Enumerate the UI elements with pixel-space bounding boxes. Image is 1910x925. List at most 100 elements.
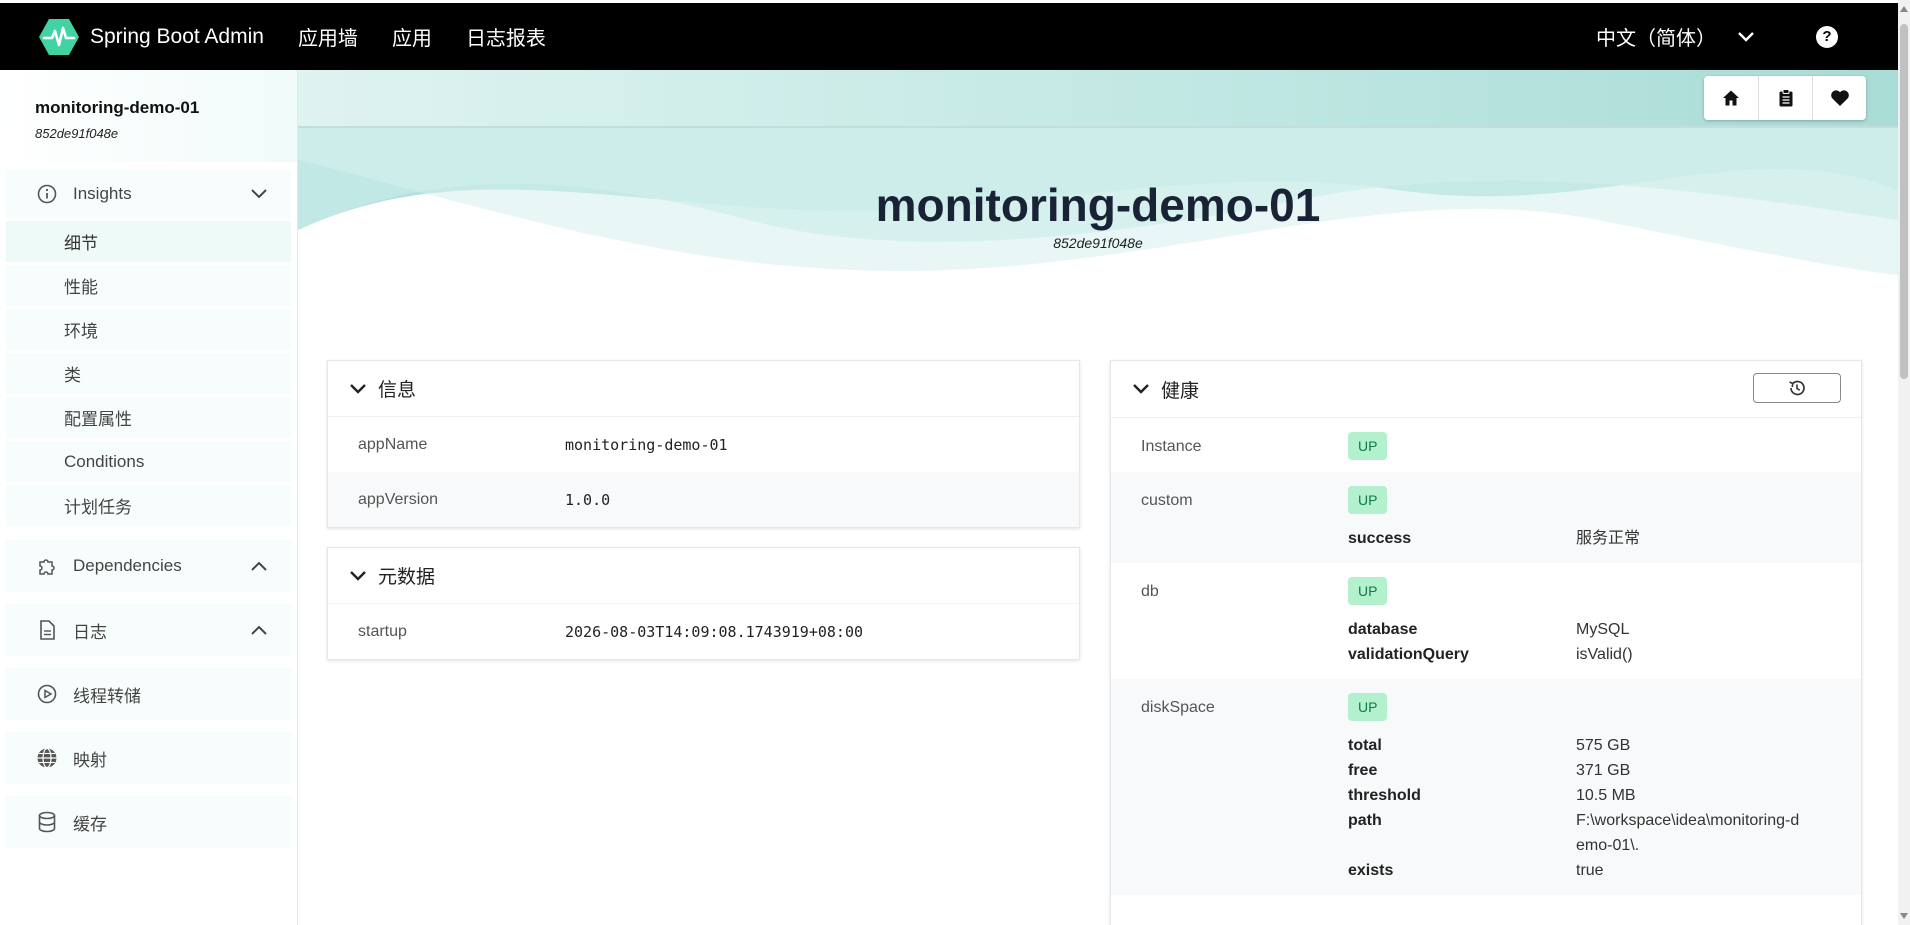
sidebar-item-threaddump[interactable]: 线程转储 bbox=[6, 668, 291, 720]
sidebar-item-mappings[interactable]: 映射 bbox=[6, 732, 291, 784]
sidebar-item-label: 缓存 bbox=[73, 814, 107, 834]
play-circle-icon bbox=[36, 683, 58, 705]
sidebar-header: monitoring-demo-01 852de91f048e bbox=[0, 70, 297, 162]
chevron-down-icon bbox=[1738, 31, 1754, 42]
sidebar-item-configprops[interactable]: 配置属性 bbox=[6, 397, 291, 438]
sidebar-item-environment[interactable]: 环境 bbox=[6, 309, 291, 350]
chevron-down-icon bbox=[251, 189, 267, 199]
sidebar-item-label: 线程转储 bbox=[73, 686, 141, 706]
page-scrollbar[interactable] bbox=[1898, 0, 1910, 925]
help-icon[interactable]: ? bbox=[1816, 25, 1838, 48]
chevron-up-icon bbox=[251, 561, 267, 571]
health-card: 健康 Instance UP custom UP success 服务正常 db … bbox=[1110, 360, 1862, 925]
info-card-title: 信息 bbox=[378, 380, 417, 401]
health-card-header[interactable]: 健康 bbox=[1111, 361, 1861, 418]
info-circle-icon bbox=[36, 183, 58, 205]
metadata-card: 元数据 startup 2026-08-03T14:09:08.1743919+… bbox=[327, 547, 1080, 660]
health-history-button[interactable] bbox=[1753, 373, 1841, 403]
metadata-value: 2026-08-03T14:09:08.1743919+08:00 bbox=[565, 622, 864, 641]
metadata-key: startup bbox=[358, 622, 407, 640]
chevron-down-icon bbox=[350, 383, 366, 394]
health-detail: validationQuery isValid() bbox=[1348, 646, 1633, 663]
top-navbar: Spring Boot Admin 应用墙 应用 日志报表 中文（简体） ? bbox=[0, 0, 1898, 70]
metadata-card-title: 元数据 bbox=[378, 567, 436, 588]
language-label: 中文（简体） bbox=[1596, 28, 1716, 50]
chevron-down-icon bbox=[1133, 384, 1149, 394]
nav-journal[interactable]: 日志报表 bbox=[466, 22, 546, 51]
sidebar-group-dependencies[interactable]: Dependencies bbox=[6, 540, 291, 592]
page-subtitle: 852de91f048e bbox=[1053, 235, 1143, 251]
sidebar-instance-id: 852de91f048e bbox=[35, 126, 119, 141]
health-detail: exists true bbox=[1348, 862, 1604, 879]
chevron-up-icon bbox=[251, 625, 267, 635]
health-row-custom: custom UP success 服务正常 bbox=[1111, 472, 1861, 563]
brand[interactable]: Spring Boot Admin bbox=[38, 16, 264, 58]
info-value: 1.0.0 bbox=[565, 490, 611, 509]
globe-icon bbox=[36, 747, 58, 769]
home-button[interactable] bbox=[1704, 76, 1758, 120]
nav-wallboard[interactable]: 应用墙 bbox=[298, 22, 358, 51]
info-value: monitoring-demo-01 bbox=[565, 435, 728, 454]
health-key: Instance bbox=[1141, 438, 1202, 455]
health-detail: total 575 GB bbox=[1348, 737, 1631, 754]
scroll-down-arrow[interactable] bbox=[1900, 913, 1908, 919]
info-key: appVersion bbox=[358, 490, 439, 508]
sidebar: monitoring-demo-01 852de91f048e Insights… bbox=[0, 70, 298, 925]
scrollbar-thumb[interactable] bbox=[1900, 24, 1908, 379]
scroll-up-arrow[interactable] bbox=[1900, 6, 1908, 12]
hero-header: monitoring-demo-01 852de91f048e bbox=[298, 70, 1898, 280]
sidebar-item-beans[interactable]: 类 bbox=[6, 353, 291, 394]
health-detail: threshold 10.5 MB bbox=[1348, 787, 1636, 804]
info-card-header[interactable]: 信息 bbox=[328, 361, 1079, 417]
status-badge: UP bbox=[1348, 577, 1388, 605]
info-row: appName monitoring-demo-01 bbox=[328, 417, 1079, 472]
status-badge: UP bbox=[1348, 486, 1388, 514]
home-icon bbox=[1723, 90, 1739, 106]
info-card: 信息 appName monitoring-demo-01 appVersion… bbox=[327, 360, 1080, 528]
sidebar-group-label: 日志 bbox=[73, 622, 107, 642]
sidebar-item-scheduled-tasks[interactable]: 计划任务 bbox=[6, 485, 291, 526]
health-detail: database MySQL bbox=[1348, 621, 1630, 638]
language-selector[interactable]: 中文（简体） bbox=[1596, 22, 1754, 51]
health-row-db: db UP database MySQL validationQuery isVal… bbox=[1111, 563, 1861, 679]
health-detail: success 服务正常 bbox=[1348, 530, 1641, 547]
clipboard-icon bbox=[1779, 89, 1792, 107]
health-row-diskspace: diskSpace UP total 575 GB free 371 GB thre… bbox=[1111, 679, 1861, 895]
metadata-card-header[interactable]: 元数据 bbox=[328, 548, 1079, 604]
sidebar-app-name: monitoring-demo-01 bbox=[35, 98, 200, 117]
database-icon bbox=[36, 811, 58, 833]
health-key: db bbox=[1141, 583, 1159, 600]
spring-boot-admin-logo bbox=[39, 18, 79, 55]
hero-button-group bbox=[1704, 76, 1866, 120]
brand-name: Spring Boot Admin bbox=[90, 24, 264, 48]
health-key: diskSpace bbox=[1141, 699, 1215, 716]
sidebar-group-label: Insights bbox=[73, 184, 132, 203]
sidebar-item-conditions[interactable]: Conditions bbox=[6, 441, 291, 482]
metadata-row: startup 2026-08-03T14:09:08.1743919+08:0… bbox=[328, 604, 1079, 659]
sidebar-item-metrics[interactable]: 性能 bbox=[6, 265, 291, 306]
page-title: monitoring-demo-01 bbox=[875, 179, 1321, 231]
health-card-title: 健康 bbox=[1161, 380, 1200, 402]
chevron-down-icon bbox=[350, 570, 366, 581]
status-badge: UP bbox=[1348, 693, 1388, 721]
puzzle-icon bbox=[36, 555, 58, 577]
sidebar-item-details[interactable]: 细节 bbox=[6, 221, 291, 262]
health-key: custom bbox=[1141, 492, 1193, 509]
info-key: appName bbox=[358, 435, 428, 453]
health-row-instance: Instance UP bbox=[1111, 418, 1861, 472]
health-detail: path F:\workspace\idea\monitoring-demo-01… bbox=[1348, 812, 1800, 854]
main-content: monitoring-demo-01 852de91f048e 信息 appNa… bbox=[298, 70, 1898, 925]
sidebar-group-label: Dependencies bbox=[73, 556, 182, 575]
sidebar-group-logs[interactable]: 日志 bbox=[6, 604, 291, 656]
sidebar-group-insights[interactable]: Insights bbox=[6, 170, 291, 218]
status-badge: UP bbox=[1348, 432, 1388, 460]
health-detail: free 371 GB bbox=[1348, 762, 1631, 779]
history-icon bbox=[1789, 380, 1805, 396]
nav-applications[interactable]: 应用 bbox=[392, 22, 432, 51]
health-button[interactable] bbox=[1812, 76, 1866, 120]
logfile-button[interactable] bbox=[1758, 76, 1812, 120]
heart-icon bbox=[1830, 90, 1849, 106]
sidebar-item-label: 映射 bbox=[73, 750, 107, 770]
sidebar-item-caches[interactable]: 缓存 bbox=[6, 796, 291, 848]
info-row: appVersion 1.0.0 bbox=[328, 472, 1079, 527]
